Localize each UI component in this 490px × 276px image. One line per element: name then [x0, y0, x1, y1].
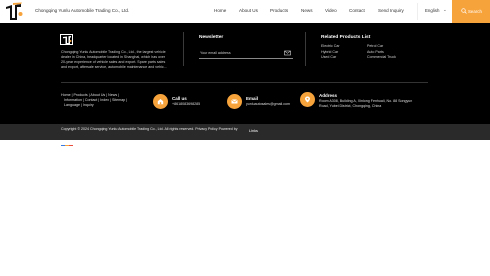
chevron-down-icon: ⌄ — [443, 7, 447, 12]
product-link-hybrid-car[interactable]: Hybrid Car — [321, 50, 338, 54]
newsletter-email-input[interactable]: Your email address — [199, 50, 293, 59]
product-link-petrol-car[interactable]: Petrol Car — [367, 44, 383, 48]
email-icon-circle — [227, 94, 242, 109]
copyright-text: Copyright © 2024 Chongqing Yunlu Automob… — [61, 127, 238, 131]
product-link-auto-parts[interactable]: Auto Parts — [367, 50, 384, 54]
nav-home[interactable]: Home — [214, 8, 226, 13]
newsletter-title: Newsletter — [199, 35, 224, 40]
quick-links-row[interactable]: Language | Inquiry — [61, 103, 143, 108]
product-link-electric-car[interactable]: Electric Car — [321, 44, 340, 48]
nav-about-us[interactable]: About Us — [239, 8, 258, 13]
copyright-bar: Copyright © 2024 Chongqing Yunlu Automob… — [0, 124, 490, 146]
language-selector[interactable]: English ⌄ — [417, 3, 449, 20]
newsletter-placeholder: Your email address — [200, 51, 231, 55]
related-products-title: Related Products List — [321, 35, 371, 40]
location-icon — [305, 96, 310, 103]
email-address[interactable]: yunluautosales@gmail.com — [246, 102, 290, 107]
nav-products[interactable]: Products — [270, 8, 288, 13]
email-title: Email — [246, 96, 259, 101]
product-link-used-car[interactable]: Used Car — [321, 55, 336, 59]
powered-by-logo[interactable] — [61, 133, 73, 146]
language-label: English — [425, 8, 440, 13]
phone-number[interactable]: +8618083698285 — [172, 102, 200, 107]
location-icon-circle — [300, 92, 315, 107]
nav-contact[interactable]: Contact — [349, 8, 365, 13]
nav-news[interactable]: News — [301, 8, 313, 13]
search-label: Search — [468, 8, 482, 14]
address-title: Address — [319, 93, 338, 98]
product-link-commercial-truck[interactable]: Commercial Truck — [367, 55, 396, 59]
links-label[interactable]: Links — [249, 129, 258, 133]
email-icon — [231, 99, 238, 104]
site-header: Chongqing Yunlu Automobile Trading Co., … — [0, 0, 490, 23]
footer-logo[interactable] — [60, 34, 73, 45]
divider — [305, 32, 306, 66]
home-icon — [157, 99, 164, 105]
address-line: Road, Yubei District, Chongqing, China — [319, 104, 382, 108]
divider — [183, 32, 184, 66]
footer-quick-links[interactable]: Home | Products | About Us | News | Info… — [61, 93, 143, 108]
phone-icon-circle — [153, 94, 168, 109]
search-icon — [461, 8, 467, 14]
call-title: Call us — [172, 96, 187, 101]
site-footer: Chongqing Yunlu Automobile Trading Co., … — [0, 23, 490, 124]
company-description: Chongqing Yunlu Automobile Trading Co., … — [61, 50, 167, 69]
nav-send-inquiry[interactable]: Send Inquiry — [378, 8, 404, 13]
mail-icon[interactable] — [284, 50, 291, 56]
company-name: Chongqing Yunlu Automobile Trading Co., … — [35, 8, 130, 13]
logo[interactable] — [4, 2, 24, 21]
nav-video[interactable]: Video — [325, 8, 337, 13]
search-button[interactable]: Search — [452, 0, 490, 23]
footer-separator — [61, 82, 428, 83]
